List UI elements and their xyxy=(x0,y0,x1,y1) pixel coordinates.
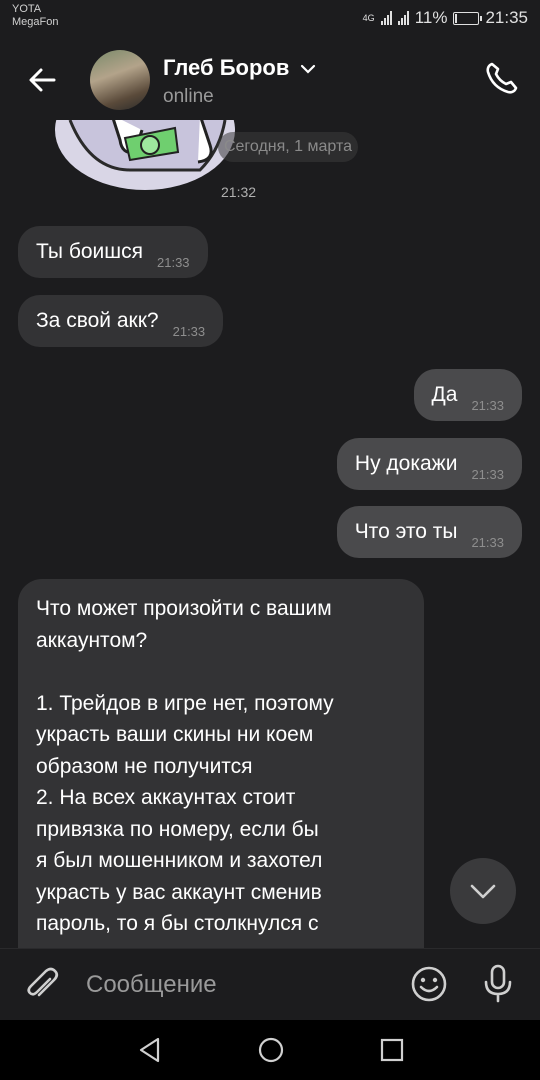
nav-back-icon[interactable] xyxy=(136,1036,164,1064)
message-line: образом не получится xyxy=(36,754,253,778)
signal-icon xyxy=(380,11,392,25)
battery-icon xyxy=(453,11,483,25)
message-list[interactable]: Сегодня, 1 марта 21:32 Ты боишся 21:33 З… xyxy=(0,120,540,948)
phone-icon[interactable] xyxy=(484,60,520,96)
contact-name[interactable]: Глеб Боров xyxy=(163,55,316,81)
status-bar: YOTA MegaFon 4G 11% 21:35 xyxy=(0,0,540,40)
sticker[interactable] xyxy=(50,120,250,210)
message-line: я был мошенником и захотел xyxy=(36,849,323,872)
message-text: За свой акк? xyxy=(36,309,159,332)
signal-icon xyxy=(397,11,409,25)
back-arrow-icon[interactable] xyxy=(26,64,58,96)
chevron-down-icon xyxy=(300,65,315,74)
message-line: 2. На всех аккаунтах стоит xyxy=(36,786,296,809)
message-input[interactable]: Сообщение xyxy=(86,967,386,1003)
message-line: привязка по номеру, если бы xyxy=(36,817,319,841)
contact-status: online xyxy=(163,86,214,107)
message-line: аккаунтом? xyxy=(36,628,148,652)
message-text: Ну докажи xyxy=(354,452,458,475)
network-type: 4G xyxy=(362,13,375,23)
microphone-icon[interactable] xyxy=(480,963,516,1003)
message-bubble-outgoing[interactable]: Ну докажи 21:33 xyxy=(336,438,522,490)
message-time: 21:33 xyxy=(471,397,504,413)
message-text: Да xyxy=(431,383,458,406)
message-bubble-incoming-long[interactable]: Что может произойти с вашим аккаунтом? 1… xyxy=(18,579,424,948)
sticker-timestamp: 21:32 xyxy=(221,184,257,200)
message-blank-line xyxy=(36,656,406,688)
contact-name-text: Глеб Боров xyxy=(163,55,290,80)
system-navigation-bar xyxy=(0,1020,540,1080)
nav-recent-icon[interactable] xyxy=(378,1036,406,1064)
message-line: украсть у вас аккаунт сменив xyxy=(36,880,322,904)
message-line: 1. Трейдов в игре нет, поэтому xyxy=(36,691,334,715)
message-time: 21:33 xyxy=(471,466,504,482)
chat-header: Глеб Боров online xyxy=(0,40,540,120)
message-bubble-incoming[interactable]: За свой акк? 21:33 xyxy=(18,295,224,347)
message-time: 21:33 xyxy=(172,323,206,339)
nav-home-icon[interactable] xyxy=(257,1036,285,1064)
scroll-down-button[interactable] xyxy=(450,858,516,924)
message-text: Что это ты xyxy=(354,520,458,543)
message-time: 21:33 xyxy=(157,254,190,270)
status-indicators: 4G 11% 21:35 xyxy=(363,8,528,28)
message-bubble-outgoing[interactable]: Что это ты 21:33 xyxy=(336,506,522,558)
avatar[interactable] xyxy=(90,50,150,110)
message-line: Что может произойти с вашим xyxy=(36,597,332,620)
scroll-down-icon xyxy=(470,884,496,899)
message-bubble-outgoing[interactable]: Да 21:33 xyxy=(413,369,522,421)
battery-percent: 11% xyxy=(414,8,448,27)
carrier-info: YOTA MegaFon xyxy=(12,3,58,29)
emoji-icon[interactable] xyxy=(410,965,448,1003)
message-line: украсть ваши скины ни коем xyxy=(36,723,314,746)
message-text: Ты боишся xyxy=(36,240,143,263)
carrier-name-secondary: MegaFon xyxy=(12,16,59,28)
clock: 21:35 xyxy=(485,8,528,27)
message-bubble-incoming[interactable]: Ты боишся 21:33 xyxy=(18,226,208,278)
date-divider: Сегодня, 1 марта xyxy=(218,132,358,162)
paperclip-icon[interactable] xyxy=(22,965,62,1005)
carrier-name-primary: YOTA xyxy=(12,3,42,15)
message-time: 21:33 xyxy=(471,534,504,550)
message-composer: Сообщение xyxy=(0,948,540,1021)
message-line: пароль, то я бы столкнулся с xyxy=(36,912,319,935)
